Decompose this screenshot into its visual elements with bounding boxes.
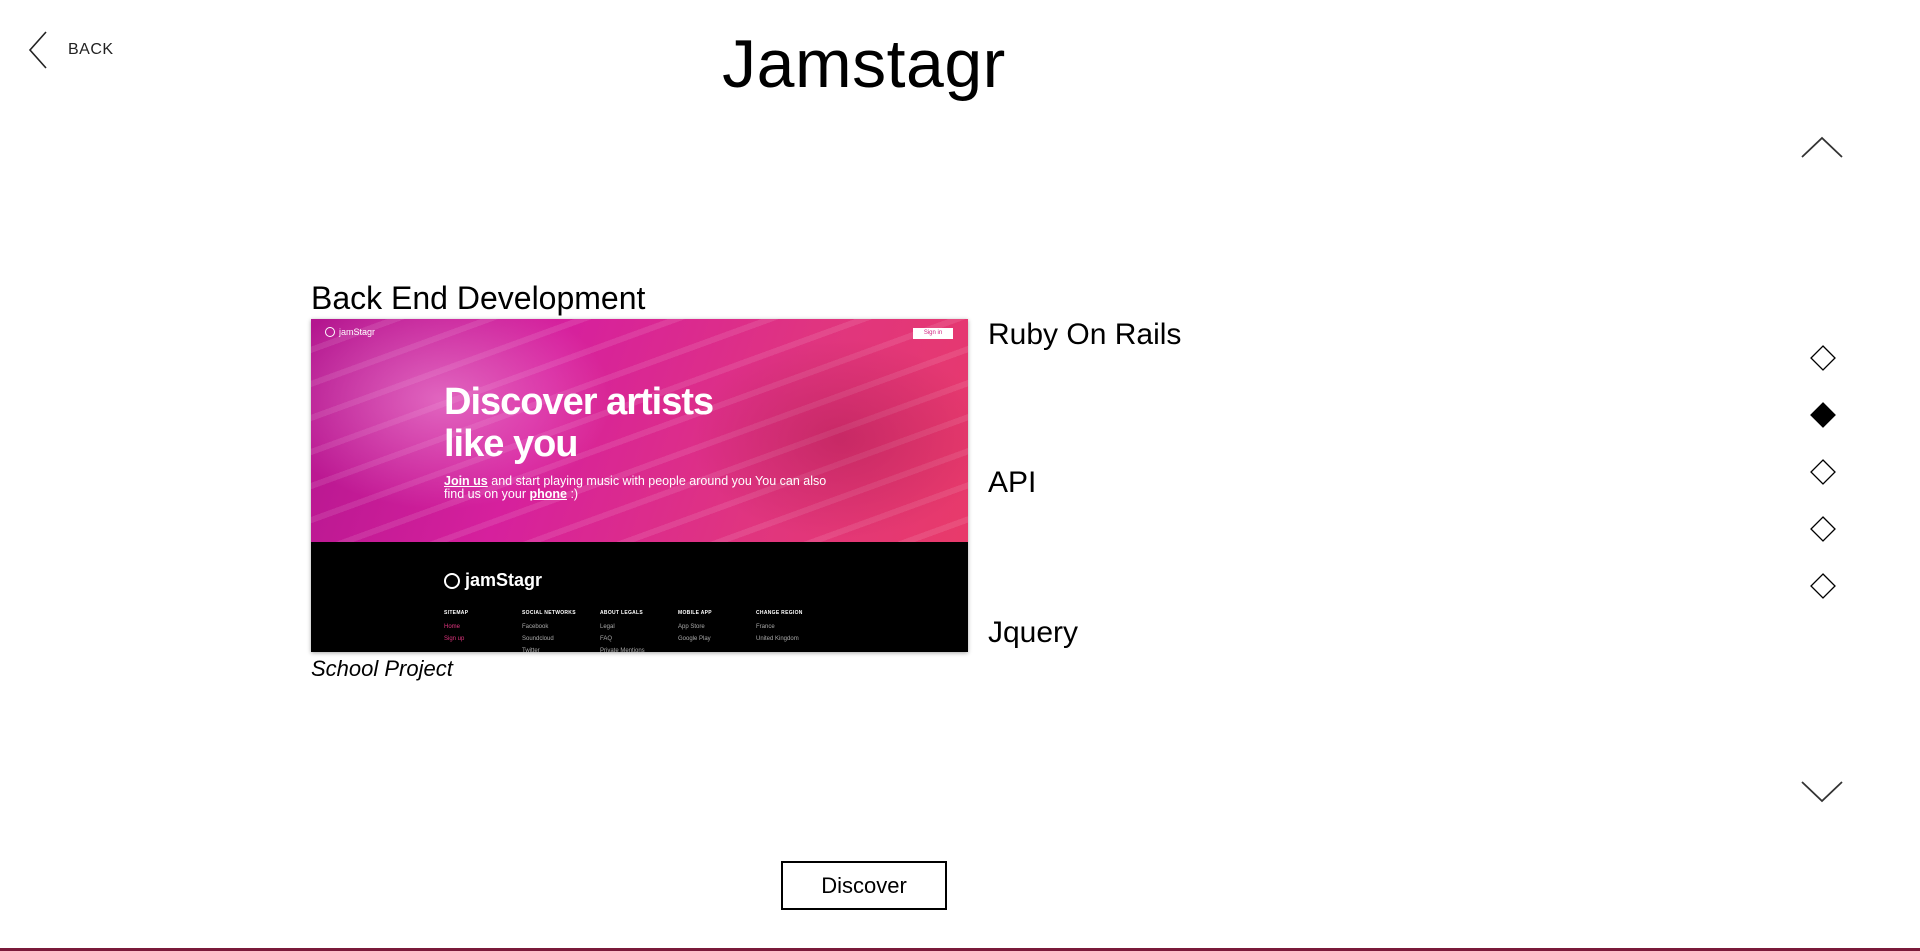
section-dot-3[interactable]: [1810, 458, 1836, 490]
tech-item: Jquery: [988, 616, 1079, 649]
preview-footer: jamStagr SITEMAP Home Sign up SOCIAL NETWOR…: [311, 542, 968, 652]
preview-footer-link: FAQ: [600, 636, 613, 642]
preview-footer-link: Home: [444, 624, 461, 630]
logo-icon: [444, 572, 460, 589]
preview-subtext: Join us and start playing music with peo…: [444, 475, 844, 501]
preview-footer-link: Private Mentions: [600, 648, 645, 652]
preview-headline: Discover artists like you: [444, 381, 764, 465]
diamond-icon: [1810, 344, 1836, 376]
preview-footer-column-title: ABOUT LEGALS: [600, 610, 644, 616]
project-screenshot: jamStagr Sign in Discover artists like y…: [311, 319, 968, 652]
section-dot-1[interactable]: [1810, 344, 1836, 376]
preview-footer-link: App Store: [678, 624, 705, 630]
section-dot-4[interactable]: [1810, 515, 1836, 547]
section-dot-5[interactable]: [1810, 572, 1836, 604]
preview-footer-link: Twitter: [522, 648, 540, 652]
preview-footer-logo-text: jamStagr: [465, 570, 543, 590]
preview-signin-button: Sign in: [913, 328, 953, 339]
chevron-up-icon: [1800, 136, 1844, 163]
preview-footer-column: MOBILE APP App Store Google Play: [678, 610, 753, 645]
preview-footer-link: Google Play: [678, 636, 711, 642]
scroll-up-button[interactable]: [1800, 135, 1844, 164]
preview-join-link: Join us: [444, 474, 488, 488]
preview-footer-logo: jamStagr: [444, 570, 542, 591]
page-title: Jamstagr: [722, 26, 1006, 102]
project-caption: School Project: [311, 656, 453, 681]
preview-footer-column: SOCIAL NETWORKS Facebook Soundcloud Twitter: [522, 610, 597, 652]
discover-button[interactable]: Discover: [781, 861, 947, 910]
preview-phone-link: phone: [529, 487, 567, 501]
preview-footer-column: CHANGE REGION France United Kingdom: [756, 610, 831, 645]
diamond-icon: [1810, 515, 1836, 547]
preview-headline-line2: like you: [444, 423, 579, 465]
section-dot-2[interactable]: [1810, 401, 1836, 433]
diamond-icon: [1810, 458, 1836, 490]
preview-logo: jamStagr: [325, 327, 375, 337]
preview-footer-link: France: [756, 624, 775, 630]
tech-item: Ruby On Rails: [988, 318, 1182, 351]
logo-icon: [325, 327, 335, 337]
preview-footer-column: SITEMAP Home Sign up: [444, 610, 519, 645]
preview-footer-column-title: SOCIAL NETWORKS: [522, 610, 576, 616]
preview-headline-line1: Discover artists: [444, 381, 714, 423]
preview-footer-link: Facebook: [522, 624, 549, 630]
preview-subtext-1: and start playing music with people arou…: [444, 474, 827, 501]
preview-footer-column-title: CHANGE REGION: [756, 610, 803, 616]
section-title: Back End Development: [311, 280, 646, 316]
preview-footer-link: United Kingdom: [756, 636, 799, 642]
scroll-down-button[interactable]: [1800, 780, 1844, 809]
tech-item: API: [988, 466, 1037, 499]
diamond-icon: [1810, 572, 1836, 604]
preview-footer-column: ABOUT LEGALS Legal FAQ Private Mentions: [600, 610, 675, 652]
chevron-down-icon: [1800, 781, 1844, 808]
preview-footer-link: Soundcloud: [522, 636, 554, 642]
preview-footer-column-title: SITEMAP: [444, 610, 469, 616]
preview-hero: jamStagr Sign in Discover artists like y…: [311, 319, 968, 542]
section-nav-dots: [1810, 344, 1836, 632]
diamond-icon: [1810, 401, 1836, 433]
preview-subtext-2: :): [566, 487, 579, 501]
preview-footer-column-title: MOBILE APP: [678, 610, 712, 616]
preview-logo-text: jamStagr: [339, 327, 376, 337]
preview-footer-link: Legal: [600, 624, 615, 630]
preview-footer-link: Sign up: [444, 636, 465, 642]
